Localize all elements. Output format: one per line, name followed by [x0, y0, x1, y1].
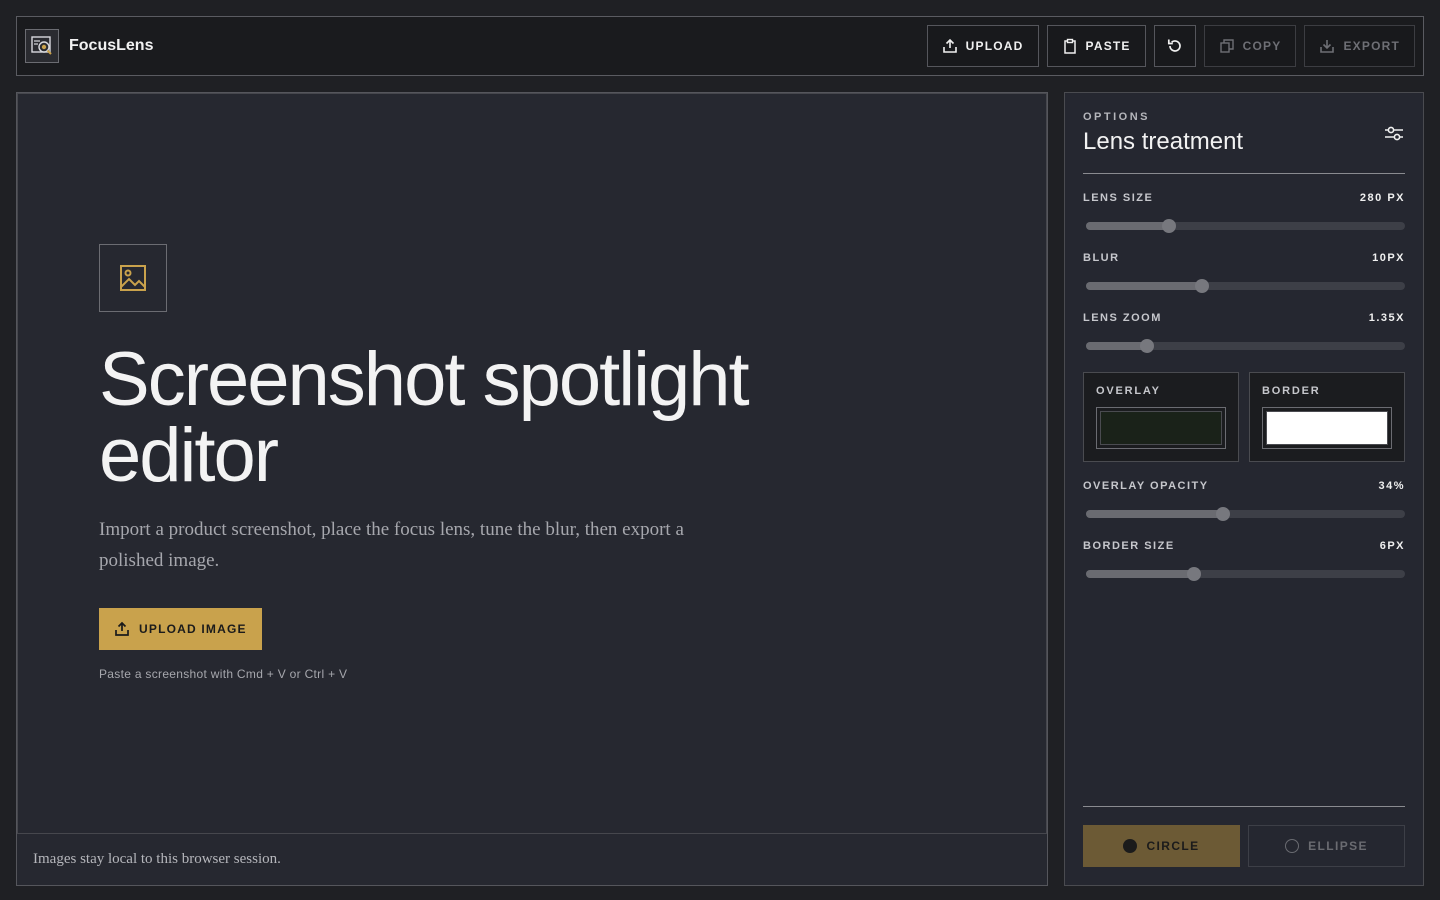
color-swatches: OVERLAY BORDER	[1083, 372, 1405, 462]
slider-thumb[interactable]	[1187, 567, 1202, 581]
upload-icon	[115, 621, 129, 636]
upload-button-label: UPLOAD	[965, 39, 1024, 53]
border-size-control: BORDER SIZE 6PX	[1083, 540, 1405, 581]
upload-icon	[942, 38, 957, 53]
paste-button-label: PASTE	[1085, 39, 1131, 53]
lens-size-value: 280 PX	[1359, 192, 1405, 204]
lens-zoom-value: 1.35X	[1368, 312, 1405, 324]
lens-size-label: LENS SIZE	[1083, 192, 1154, 204]
blur-label: BLUR	[1083, 252, 1120, 264]
circle-label: CIRCLE	[1146, 839, 1200, 853]
lens-size-control: LENS SIZE 280 PX	[1083, 192, 1405, 233]
overlay-color-card: OVERLAY	[1083, 372, 1239, 462]
options-title: Lens treatment	[1083, 128, 1244, 155]
lens-zoom-slider[interactable]	[1086, 339, 1405, 353]
clipboard-icon	[1063, 38, 1076, 54]
divider	[1083, 173, 1405, 174]
download-icon	[1320, 40, 1335, 53]
hero-description: Import a product screenshot, place the f…	[99, 519, 684, 571]
upload-image-button[interactable]: UPLOAD IMAGE	[99, 608, 262, 650]
copy-button-label: COPY	[1242, 39, 1282, 53]
ellipse-label: ELLIPSE	[1308, 839, 1368, 853]
border-size-value: 6PX	[1379, 540, 1405, 552]
image-placeholder-icon	[99, 244, 167, 312]
border-size-label: BORDER SIZE	[1083, 540, 1175, 552]
overlay-color-picker[interactable]	[1096, 407, 1226, 449]
focus-lens-logo-icon	[25, 29, 59, 63]
options-overline: OPTIONS	[1083, 111, 1151, 123]
upload-button[interactable]: UPLOAD	[926, 25, 1039, 67]
blur-value: 10PX	[1372, 252, 1405, 264]
overlay-opacity-value: 34%	[1378, 480, 1405, 492]
sliders-icon[interactable]	[1383, 125, 1405, 148]
slider-thumb[interactable]	[1195, 279, 1210, 293]
lens-zoom-control: LENS ZOOM 1.35X	[1083, 312, 1405, 353]
border-color-swatch	[1266, 411, 1388, 445]
drop-zone[interactable]: Screenshot spotlight editor Import a pro…	[17, 93, 1047, 834]
ellipse-icon	[1285, 839, 1300, 853]
overlay-opacity-slider[interactable]	[1086, 507, 1405, 521]
slider-thumb[interactable]	[1216, 507, 1231, 521]
overlay-opacity-control: OVERLAY OPACITY 34%	[1083, 480, 1405, 521]
lens-size-slider[interactable]	[1086, 219, 1405, 233]
lens-shape-toggle: CIRCLE ELLIPSE	[1083, 825, 1405, 867]
lens-zoom-label: LENS ZOOM	[1083, 312, 1162, 324]
hero-title: Screenshot spotlight editor	[99, 337, 750, 498]
reset-button[interactable]	[1153, 25, 1196, 67]
copy-icon	[1219, 39, 1234, 53]
paste-hint: Paste a screenshot with Cmd + V or Ctrl …	[99, 667, 348, 681]
border-color-card: BORDER	[1249, 372, 1405, 462]
reset-icon	[1167, 39, 1181, 52]
overlay-color-swatch	[1100, 411, 1222, 445]
options-panel: OPTIONS Lens treatment LENS SIZE 280 PX …	[1064, 92, 1424, 886]
border-size-slider[interactable]	[1086, 567, 1405, 581]
overlay-label: OVERLAY	[1096, 385, 1161, 397]
overlay-opacity-label: OVERLAY OPACITY	[1083, 480, 1209, 492]
blur-control: BLUR 10PX	[1083, 252, 1405, 293]
app-title: FocusLens	[69, 37, 154, 54]
border-label: BORDER	[1262, 385, 1321, 397]
slider-thumb[interactable]	[1139, 339, 1154, 353]
canvas-area: Screenshot spotlight editor Import a pro…	[16, 92, 1048, 886]
copy-button[interactable]: COPY	[1203, 25, 1297, 67]
privacy-note: Images stay local to this browser sessio…	[33, 851, 281, 867]
blur-slider[interactable]	[1086, 279, 1405, 293]
upload-image-label: UPLOAD IMAGE	[139, 622, 247, 636]
top-bar: FocusLens UPLOAD PASTE COPY EXPORT	[16, 16, 1424, 76]
circle-shape-button[interactable]: CIRCLE	[1083, 825, 1240, 867]
slider-thumb[interactable]	[1161, 219, 1176, 233]
export-button[interactable]: EXPORT	[1304, 25, 1415, 67]
border-color-picker[interactable]	[1262, 407, 1392, 449]
paste-button[interactable]: PASTE	[1046, 25, 1146, 67]
ellipse-shape-button[interactable]: ELLIPSE	[1248, 825, 1405, 867]
circle-icon	[1123, 839, 1138, 853]
divider	[1083, 806, 1405, 807]
export-button-label: EXPORT	[1343, 39, 1400, 53]
